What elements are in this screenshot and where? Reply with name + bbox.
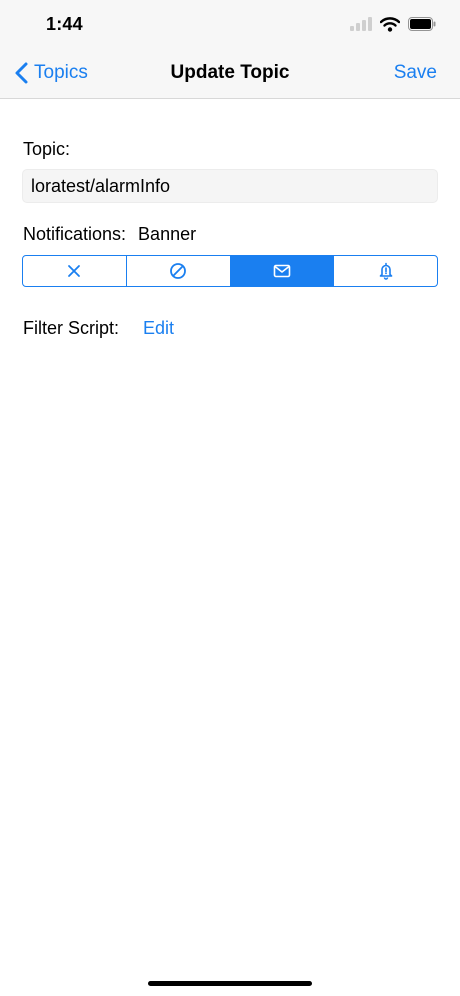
wifi-icon <box>380 16 400 32</box>
notification-type-segmented-control <box>22 255 438 287</box>
segment-banner[interactable] <box>230 256 335 286</box>
status-bar: 1:44 <box>0 0 460 48</box>
save-button[interactable]: Save <box>394 62 437 84</box>
topic-label: Topic: <box>23 139 71 159</box>
no-entry-icon <box>170 263 187 279</box>
segment-disabled[interactable] <box>127 256 231 286</box>
bell-alert-icon <box>379 262 392 280</box>
notifications-row: Notifications: Banner <box>23 224 196 245</box>
battery-icon <box>408 17 436 31</box>
filter-script-edit-button[interactable]: Edit <box>143 318 174 339</box>
notifications-value: Banner <box>138 224 197 244</box>
filter-script-row: Filter Script: Edit <box>23 318 174 339</box>
notifications-label: Notifications: <box>23 224 127 244</box>
status-time: 1:44 <box>46 14 83 34</box>
cellular-signal-icon <box>350 17 372 31</box>
envelope-icon <box>273 264 291 278</box>
x-icon <box>68 265 81 277</box>
filter-script-label: Filter Script: <box>23 318 120 338</box>
status-icons <box>350 16 436 32</box>
navigation-bar: Topics Update Topic Save <box>0 48 460 99</box>
topic-input[interactable] <box>22 169 438 203</box>
page-title: Update Topic <box>170 62 290 83</box>
home-indicator <box>148 981 312 986</box>
segment-none[interactable] <box>23 256 127 286</box>
segment-alert[interactable] <box>334 256 437 286</box>
